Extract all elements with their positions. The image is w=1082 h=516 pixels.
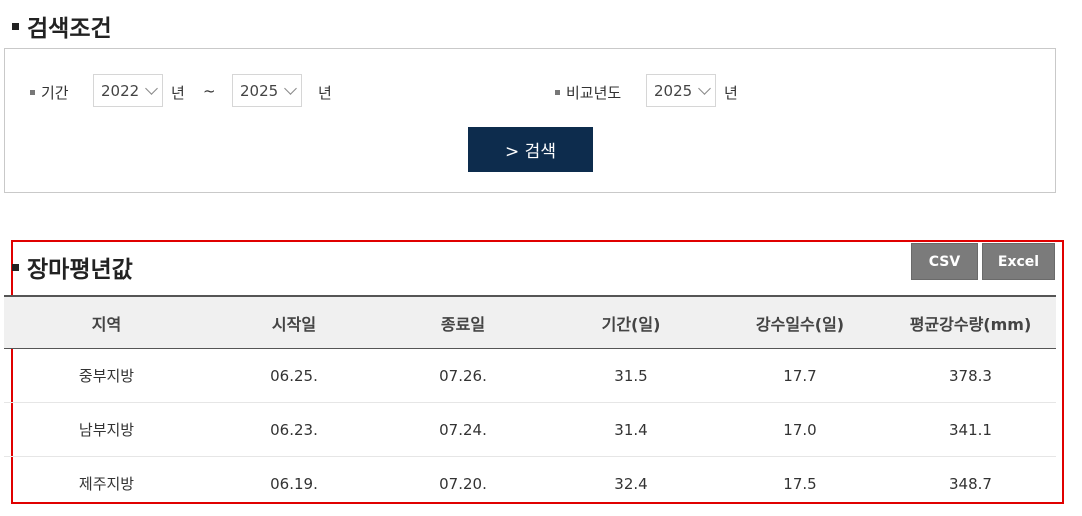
column-header-avg-precip: 평균강수량(mm) — [885, 295, 1056, 349]
search-section-title: 검색조건 — [12, 9, 112, 43]
rainy-season-table: 지역 시작일 종료일 기간(일) 강수일수(일) 평균강수량(mm) 중부지방 … — [4, 295, 1056, 510]
start-year-unit: 년 — [171, 84, 185, 102]
table-cell: 341.1 — [885, 402, 1056, 457]
chevron-down-icon — [284, 82, 297, 95]
search-button[interactable]: > 검색 — [468, 127, 593, 172]
table-row: 제주지방 06.19. 07.20. 32.4 17.5 348.7 — [4, 457, 1056, 511]
table-cell: 17.5 — [783, 474, 817, 493]
compare-year-unit: 년 — [724, 84, 738, 102]
result-section-title: 장마평년값 — [12, 250, 133, 284]
table-cell: 17.7 — [715, 348, 885, 403]
table-cell: 31.4 — [547, 402, 715, 457]
end-year-value: 2025 — [240, 81, 279, 100]
column-header-start-date: 시작일 — [209, 295, 379, 349]
start-year-select[interactable]: 2022 — [93, 74, 163, 107]
table-cell: 31.5 — [547, 348, 715, 403]
table-row: 남부지방 06.23. 07.24. 31.4 17.0 341.1 — [4, 402, 1056, 457]
range-separator: ~ — [203, 82, 216, 100]
end-year-unit: 년 — [318, 84, 332, 102]
table-cell: 06.23. — [209, 402, 379, 457]
table-cell: 06.19. — [270, 474, 318, 493]
start-year-value: 2022 — [101, 81, 140, 100]
column-header-region: 지역 — [4, 295, 209, 349]
chevron-down-icon — [145, 82, 158, 95]
bullet-icon — [30, 90, 35, 95]
table-cell: 07.26. — [379, 348, 547, 403]
period-label-text: 기간 — [41, 84, 69, 102]
table-cell: 348.7 — [949, 474, 992, 493]
title-square-icon — [12, 22, 19, 30]
column-header-rain-days: 강수일수(일) — [715, 295, 885, 349]
column-header-duration: 기간(일) — [547, 295, 715, 349]
table-cell: 32.4 — [614, 474, 648, 493]
search-section-title-text: 검색조건 — [27, 16, 112, 42]
table-cell: 남부지방 — [4, 402, 209, 457]
table-cell: 제주지방 — [78, 475, 135, 493]
chevron-down-icon — [698, 82, 711, 95]
table-header-row: 지역 시작일 종료일 기간(일) 강수일수(일) 평균강수량(mm) — [4, 295, 1056, 349]
excel-download-button[interactable]: Excel — [982, 243, 1055, 280]
period-label: 기간 — [30, 82, 69, 103]
result-section-title-text: 장마평년값 — [27, 257, 133, 283]
table-row: 중부지방 06.25. 07.26. 31.5 17.7 378.3 — [4, 348, 1056, 403]
table-cell: 378.3 — [885, 348, 1056, 403]
title-square-icon — [12, 263, 19, 271]
bullet-icon — [555, 90, 560, 95]
table-cell: 07.24. — [379, 402, 547, 457]
table-cell: 06.25. — [209, 348, 379, 403]
compare-year-value: 2025 — [654, 81, 693, 100]
column-header-end-date: 종료일 — [379, 295, 547, 349]
compare-year-label-text: 비교년도 — [566, 84, 622, 102]
table-cell: 중부지방 — [4, 348, 209, 403]
table-cell: 17.0 — [715, 402, 885, 457]
table-cell: 07.20. — [439, 474, 487, 493]
compare-year-label: 비교년도 — [555, 82, 621, 103]
csv-download-button[interactable]: CSV — [911, 243, 978, 280]
compare-year-select[interactable]: 2025 — [646, 74, 716, 107]
end-year-select[interactable]: 2025 — [232, 74, 302, 107]
